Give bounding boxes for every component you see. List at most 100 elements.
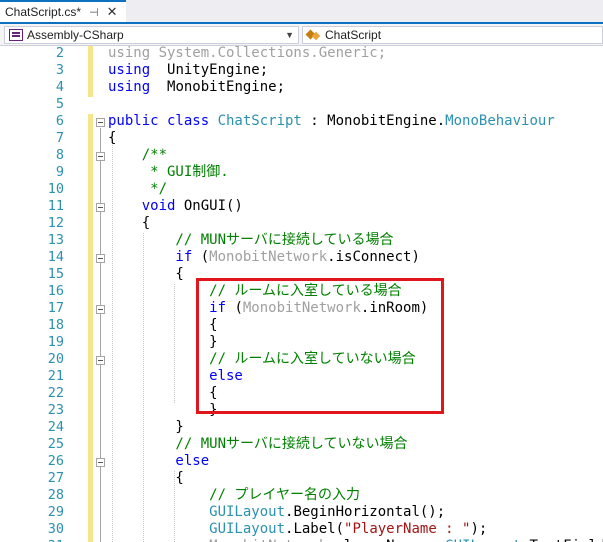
line-number: 5 — [55, 96, 64, 112]
code-line[interactable]: { — [108, 470, 183, 487]
code-token: { — [108, 130, 117, 146]
code-token: OnGUI() — [183, 198, 243, 214]
code-line[interactable]: /** — [108, 147, 167, 164]
code-token: using — [108, 79, 151, 95]
code-line[interactable]: MonobitNetwork.playerName = GUILayout.Te… — [108, 538, 603, 542]
collapse-if-icon[interactable] — [96, 254, 105, 263]
code-token: /** — [108, 147, 168, 163]
line-number: 7 — [55, 130, 64, 146]
line-number: 20 — [47, 351, 64, 367]
code-line[interactable]: using MonobitEngine; — [108, 79, 285, 96]
csharp-project-icon — [9, 29, 23, 41]
code-token: GUILayout — [108, 504, 286, 520]
code-token: UnityEngine; — [150, 62, 269, 78]
tab-chatscript[interactable]: ChatScript.cs* ⊣ ✕ — [0, 0, 126, 22]
pin-icon[interactable]: ⊣ — [89, 6, 99, 19]
code-token: .playerName = — [327, 538, 445, 542]
line-number: 17 — [47, 300, 64, 316]
code-line[interactable]: using System.Collections.Generic; — [108, 46, 386, 62]
code-token: MonobitNetwork — [209, 249, 328, 265]
code-line[interactable]: GUILayout.Label("PlayerName : "); — [108, 521, 487, 538]
navigation-bar: Assembly-CSharp ▼ ChatScript — [0, 24, 603, 46]
code-token: { — [108, 266, 184, 282]
code-line[interactable]: { — [108, 130, 116, 147]
line-number: 16 — [47, 283, 64, 299]
code-line[interactable]: if (MonobitNetwork.isConnect) — [108, 249, 420, 266]
line-number: 24 — [47, 419, 64, 435]
code-token: ( — [200, 249, 210, 265]
collapse-method-icon[interactable] — [96, 203, 105, 212]
code-token: .BeginHorizontal(); — [285, 504, 446, 520]
line-number: 11 — [47, 198, 64, 214]
code-token: else — [108, 453, 210, 469]
line-number: 25 — [47, 436, 64, 452]
code-token: GUILayout — [445, 538, 521, 542]
code-token: .Label( — [285, 521, 345, 537]
line-number: 9 — [55, 164, 64, 180]
project-dropdown[interactable]: Assembly-CSharp ▼ — [4, 26, 299, 44]
code-token: .isConnect) — [327, 249, 420, 265]
change-indicator-bar — [88, 114, 93, 542]
code-token: { — [108, 215, 151, 231]
code-token: using System.Collections.Generic; — [108, 46, 387, 61]
line-number: 10 — [47, 181, 64, 197]
collapse-outer-else-icon[interactable] — [96, 458, 105, 467]
class-icon — [307, 29, 321, 41]
code-line[interactable]: { — [108, 215, 150, 232]
collapse-else-icon[interactable] — [96, 356, 105, 365]
line-number: 31 — [22, 538, 64, 542]
code-editor[interactable]: 2 using System.Collections.Generic; 3 using… — [0, 46, 603, 542]
collapse-inner-if-icon[interactable] — [96, 305, 105, 314]
line-number: 19 — [47, 334, 64, 350]
code-line[interactable]: * GUI制御. — [108, 164, 229, 181]
code-line[interactable]: { — [108, 266, 184, 283]
code-line[interactable]: // MUNサーバに接続していない場合 — [108, 436, 407, 453]
line-number: 26 — [47, 453, 64, 469]
code-line[interactable]: */ — [108, 181, 167, 198]
collapse-class-icon[interactable] — [96, 118, 105, 127]
code-line[interactable]: } — [108, 419, 184, 436]
line-number: 2 — [55, 46, 64, 61]
code-line[interactable]: // MUNサーバに接続している場合 — [108, 232, 393, 249]
line-number: 14 — [47, 249, 64, 265]
code-token: // MUNサーバに接続している場合 — [108, 232, 394, 248]
line-number: 13 — [47, 232, 64, 248]
line-number: 23 — [47, 402, 64, 418]
code-token: void — [108, 198, 184, 214]
type-label: ChatScript — [325, 28, 382, 42]
chevron-down-icon: ▼ — [285, 30, 294, 40]
code-token: .TextField( — [521, 538, 603, 542]
code-token: ChatScript — [217, 113, 302, 129]
code-line[interactable]: using UnityEngine; — [108, 62, 268, 79]
line-number: 4 — [55, 79, 64, 95]
line-number: 8 — [55, 147, 64, 163]
highlight-box — [196, 278, 444, 414]
code-token: */ — [108, 181, 168, 197]
code-line[interactable]: else — [108, 453, 209, 470]
line-number: 22 — [47, 385, 64, 401]
code-token: // プレイヤー名の入力 — [108, 487, 361, 503]
code-token: } — [108, 419, 184, 435]
line-number: 18 — [47, 317, 64, 333]
code-token: using — [108, 62, 151, 78]
indicator-margin — [0, 46, 20, 542]
code-token: MonobitNetwork — [108, 538, 327, 542]
code-line[interactable]: public class ChatScript : MonobitEngine.… — [108, 113, 555, 130]
code-token: ); — [470, 521, 488, 537]
code-token: public class — [108, 113, 218, 129]
code-line[interactable]: GUILayout.BeginHorizontal(); — [108, 504, 445, 521]
close-icon[interactable]: ✕ — [107, 4, 118, 20]
type-dropdown[interactable]: ChatScript — [302, 26, 603, 44]
line-number: 27 — [47, 470, 64, 486]
collapse-comment-icon[interactable] — [96, 152, 105, 161]
code-token: "PlayerName : " — [344, 521, 471, 537]
line-number: 30 — [47, 521, 64, 537]
document-tab-bar: ChatScript.cs* ⊣ ✕ — [0, 0, 603, 24]
code-token: if — [108, 249, 201, 265]
project-label: Assembly-CSharp — [27, 28, 124, 42]
code-line[interactable]: // プレイヤー名の入力 — [108, 487, 360, 504]
code-token: MonobitEngine; — [150, 79, 286, 95]
code-line[interactable]: void OnGUI() — [108, 198, 243, 215]
line-number: 21 — [47, 368, 64, 384]
code-token: GUILayout — [108, 521, 286, 537]
